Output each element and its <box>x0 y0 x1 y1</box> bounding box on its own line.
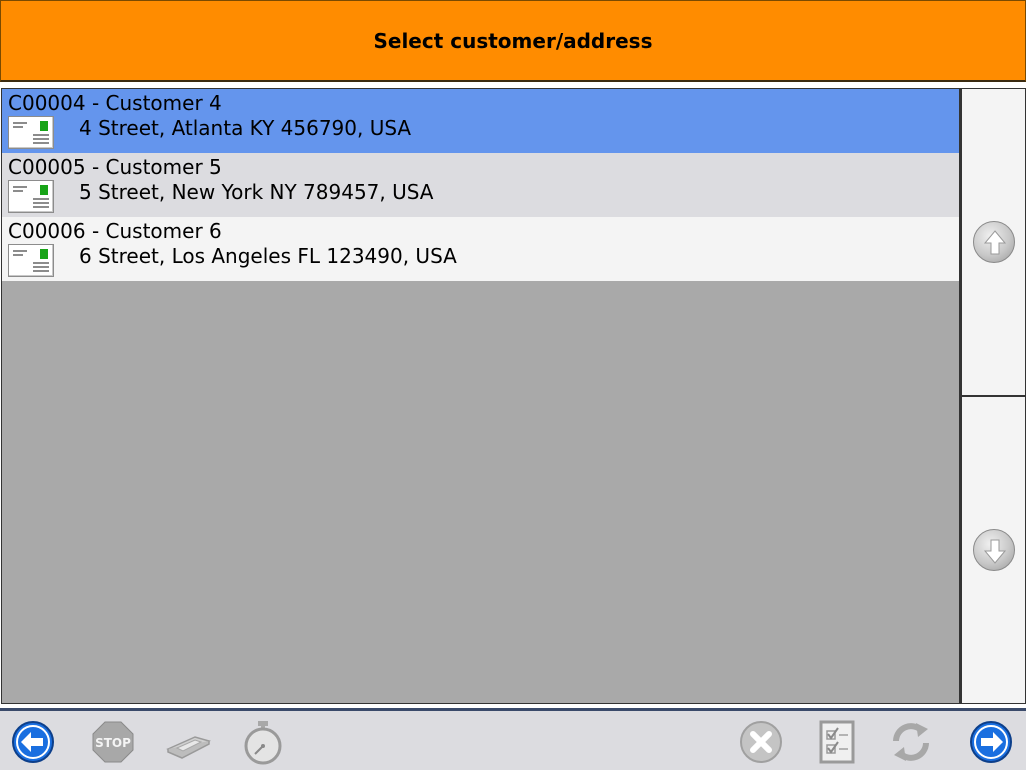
forward-button[interactable] <box>968 719 1014 765</box>
customer-list[interactable]: C00004 - Customer 4 4 Street, Atlanta KY… <box>1 88 960 704</box>
scroll-divider <box>962 395 1026 397</box>
list-item[interactable]: C00004 - Customer 4 4 Street, Atlanta KY… <box>2 89 959 153</box>
back-arrow-icon <box>12 721 54 763</box>
stopwatch-icon <box>244 721 282 765</box>
cancel-button[interactable] <box>738 719 784 765</box>
forward-arrow-icon <box>970 721 1012 763</box>
customer-title: C00006 - Customer 6 <box>8 219 222 243</box>
stop-label: STOP <box>95 736 131 750</box>
stopwatch-button[interactable] <box>240 719 286 765</box>
scroll-up-button[interactable] <box>973 221 1015 263</box>
cancel-x-icon <box>740 721 782 763</box>
checklist-button[interactable] <box>814 719 860 765</box>
stop-button[interactable]: STOP <box>90 719 136 765</box>
scroll-panel <box>960 88 1026 704</box>
arrow-down-circle-icon <box>983 539 1007 564</box>
scanner-button[interactable] <box>165 719 211 765</box>
refresh-icon <box>893 723 929 761</box>
list-item[interactable]: C00006 - Customer 6 6 Street, Los Angele… <box>2 217 959 281</box>
envelope-icon <box>8 244 54 277</box>
bottom-toolbar: STOP <box>0 708 1026 770</box>
scanner-icon <box>166 736 211 759</box>
customer-title: C00004 - Customer 4 <box>8 91 222 115</box>
customer-address: 5 Street, New York NY 789457, USA <box>79 180 434 204</box>
customer-title: C00005 - Customer 5 <box>8 155 222 179</box>
refresh-button[interactable] <box>888 719 934 765</box>
arrow-up-circle-icon <box>983 230 1007 255</box>
envelope-icon <box>8 180 54 213</box>
page-title: Select customer/address <box>373 28 653 53</box>
customer-address: 4 Street, Atlanta KY 456790, USA <box>79 116 412 140</box>
checklist-icon <box>819 720 855 764</box>
customer-address: 6 Street, Los Angeles FL 123490, USA <box>79 244 457 268</box>
header-bar: Select customer/address <box>0 0 1026 82</box>
stop-sign-icon: STOP <box>92 721 134 763</box>
scroll-down-button[interactable] <box>973 529 1015 571</box>
envelope-icon <box>8 116 54 149</box>
back-button[interactable] <box>10 719 56 765</box>
list-item[interactable]: C00005 - Customer 5 5 Street, New York N… <box>2 153 959 217</box>
